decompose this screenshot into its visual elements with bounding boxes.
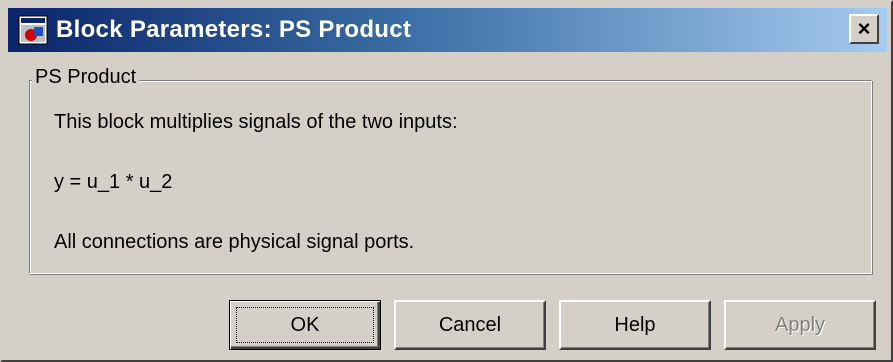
- simulink-block-icon: [18, 15, 48, 45]
- help-label: Help: [614, 313, 656, 336]
- ok-button[interactable]: OK: [229, 300, 381, 350]
- title-bar[interactable]: Block Parameters: PS Product ×: [8, 8, 887, 52]
- close-icon: ×: [857, 16, 871, 41]
- help-button[interactable]: Help: [559, 300, 711, 350]
- equation-text: y = u_1 * u_2: [54, 171, 173, 193]
- apply-label: Apply: [774, 313, 826, 336]
- group-legend: PS Product: [32, 66, 140, 89]
- window-title: Block Parameters: PS Product: [56, 16, 412, 43]
- focus-rect: [236, 307, 374, 343]
- cancel-label: Cancel: [438, 313, 502, 336]
- block-parameters-dialog: Block Parameters: PS Product × PS Produc…: [0, 0, 893, 362]
- apply-button[interactable]: Apply: [724, 300, 876, 350]
- description-text: This block multiplies signals of the two…: [54, 111, 458, 133]
- close-button[interactable]: ×: [849, 14, 879, 44]
- description-note: All connections are physical signal port…: [54, 231, 415, 253]
- cancel-button[interactable]: Cancel: [394, 300, 546, 350]
